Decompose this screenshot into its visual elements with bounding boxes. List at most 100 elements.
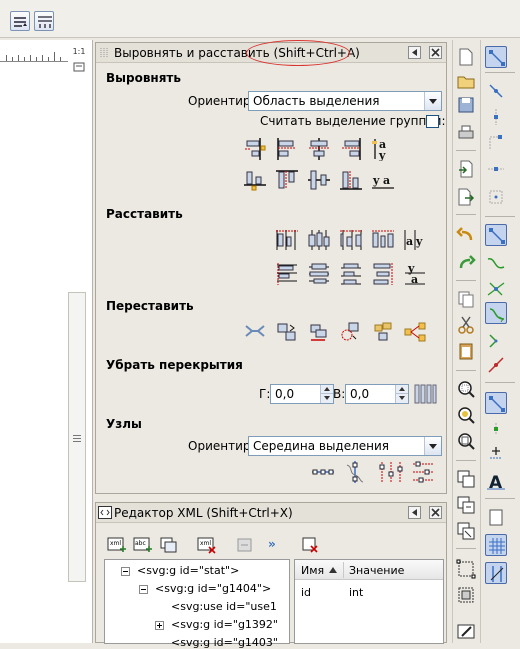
zoom-page-button[interactable] <box>455 430 477 452</box>
snap-bbox-button[interactable] <box>485 80 507 102</box>
more-tools-button[interactable]: » <box>268 537 276 551</box>
zoom-1-1-label[interactable]: 1:1 <box>70 44 88 60</box>
snap-object-midpoints-button[interactable] <box>485 392 507 414</box>
expand-toggle-icon[interactable] <box>155 621 164 630</box>
xml-attributes-table[interactable]: Имя Значение id int <box>294 559 444 644</box>
attribute-name[interactable]: id <box>301 586 311 599</box>
randomize-positions-button[interactable] <box>370 319 396 345</box>
decrement-arrow-icon[interactable] <box>395 394 408 403</box>
import-button[interactable] <box>455 158 477 180</box>
export-button[interactable] <box>455 186 477 208</box>
align-top-edges-button[interactable] <box>274 167 300 193</box>
distribute-centers-horizontal-button[interactable] <box>306 227 332 253</box>
xml-iconify-button[interactable] <box>408 506 421 519</box>
exchange-clockwise-button[interactable] <box>338 319 364 345</box>
distribute-centers-vertical-button[interactable] <box>306 261 332 287</box>
xml-editor-header[interactable]: Редактор XML (Shift+Ctrl+X) <box>96 503 446 523</box>
snap-grid-button[interactable] <box>485 534 507 556</box>
print-button[interactable] <box>455 122 477 144</box>
align-text-anchors-vertical-button[interactable]: ay <box>370 136 396 162</box>
xml-node-tree[interactable]: <svg:g id="stat"> <svg:g id="g1404"> <sv… <box>104 559 290 649</box>
distribute-baselines-vertical-button[interactable]: ya <box>402 261 428 287</box>
tree-node[interactable]: <svg:g id="stat"> <box>137 564 239 577</box>
decrement-arrow-icon[interactable] <box>320 394 333 403</box>
new-document-button[interactable] <box>455 46 477 68</box>
distribute-nodes-vertical-button[interactable] <box>410 459 436 485</box>
align-text-anchors-horizontal-button[interactable]: ya <box>370 167 396 193</box>
clone-button[interactable] <box>455 494 477 516</box>
snap-bbox-edges-button[interactable] <box>485 106 507 128</box>
unindent-node-button[interactable] <box>234 535 256 557</box>
distribute-bottom-edges-button[interactable] <box>338 261 364 287</box>
snap-object-center-button[interactable] <box>485 418 507 440</box>
align-left-edges-button[interactable] <box>274 136 300 162</box>
snap-toolbar-button[interactable] <box>10 11 30 31</box>
collapse-toggle-icon[interactable] <box>139 585 148 594</box>
open-button[interactable] <box>455 70 477 92</box>
distribute-nodes-horizontal-button[interactable] <box>378 459 404 485</box>
ungroup-button[interactable] <box>455 584 477 606</box>
column-header-value[interactable]: Значение <box>349 564 404 577</box>
distribute-gaps-horizontal-button[interactable] <box>370 227 396 253</box>
snap-center-button[interactable] <box>485 186 507 208</box>
align-right-edges-button[interactable] <box>338 136 364 162</box>
exchange-z-order-button[interactable] <box>306 319 332 345</box>
copy-button[interactable] <box>455 288 477 310</box>
distribute-left-edges-button[interactable] <box>274 227 300 253</box>
paste-button[interactable] <box>455 340 477 362</box>
grid-toolbar-button[interactable] <box>34 11 54 31</box>
center-on-horizontal-axis-button[interactable] <box>306 167 332 193</box>
exchange-positions-button[interactable] <box>274 319 300 345</box>
treat-as-group-checkbox[interactable] <box>426 115 439 128</box>
snap-nodes-button[interactable] <box>485 224 507 246</box>
snap-midpoint-paths-button[interactable] <box>485 354 507 376</box>
tree-node[interactable]: <svg:use id="use1 <box>171 600 277 613</box>
align-nodes-vertical-button[interactable] <box>342 459 368 485</box>
snap-text-baseline-button[interactable]: A <box>485 470 507 492</box>
collapse-toggle-icon[interactable] <box>121 567 130 576</box>
tree-node[interactable]: <svg:g id="g1392" <box>171 618 278 631</box>
snap-rotation-center-button[interactable] <box>485 442 507 464</box>
horizontal-gap-spinbox[interactable]: 0,0 <box>270 384 334 404</box>
new-text-node-button[interactable]: abc <box>132 535 154 557</box>
redo-button[interactable] <box>455 252 477 274</box>
center-on-vertical-axis-button[interactable] <box>306 136 332 162</box>
align-right-to-left-anchor-button[interactable] <box>242 136 268 162</box>
delete-node-button[interactable]: xml <box>196 535 218 557</box>
align-bottom-edges-button[interactable] <box>338 167 364 193</box>
distribute-top-edges-button[interactable] <box>274 261 300 287</box>
nodes-relative-combo[interactable]: Середина выделения <box>248 436 442 456</box>
zoom-lock-icon[interactable] <box>72 60 86 74</box>
duplicate-node-button[interactable] <box>158 535 180 557</box>
column-header-name[interactable]: Имя <box>301 564 324 577</box>
zoom-selection-button[interactable] <box>455 378 477 400</box>
snap-guides-button[interactable] <box>485 562 507 584</box>
distribute-gaps-vertical-button[interactable] <box>370 261 396 287</box>
snap-paths-button[interactable] <box>485 252 507 274</box>
connector-network-button[interactable] <box>402 319 428 345</box>
snap-cusp-nodes-button[interactable] <box>485 330 507 352</box>
drag-grip-icon[interactable] <box>99 47 109 59</box>
undo-button[interactable] <box>455 224 477 246</box>
remove-overlaps-button[interactable] <box>412 381 438 407</box>
snap-bbox-midpoints-button[interactable] <box>485 158 507 180</box>
snap-intersections-button[interactable] <box>485 278 507 300</box>
align-relative-combo[interactable]: Область выделения <box>248 91 442 111</box>
xml-editor-button[interactable] <box>455 620 477 642</box>
tree-node[interactable]: <svg:g id="g1404"> <box>155 582 271 595</box>
cut-button[interactable] <box>455 314 477 336</box>
increment-arrow-icon[interactable] <box>320 385 333 394</box>
zoom-drawing-button[interactable] <box>455 404 477 426</box>
group-button[interactable] <box>455 558 477 580</box>
snap-page-border-button[interactable] <box>485 506 507 528</box>
align-bottom-to-top-anchor-button[interactable] <box>242 167 268 193</box>
duplicate-button[interactable] <box>455 468 477 490</box>
distribute-baselines-horizontal-button[interactable]: ay <box>402 227 428 253</box>
toggle-snapping-button[interactable] <box>485 46 507 68</box>
vertical-scrollbar[interactable] <box>68 292 86 582</box>
increment-arrow-icon[interactable] <box>395 385 408 394</box>
close-button[interactable] <box>429 46 442 59</box>
chevron-down-icon[interactable] <box>424 92 441 110</box>
xml-close-button[interactable] <box>429 506 442 519</box>
save-button[interactable] <box>455 94 477 116</box>
